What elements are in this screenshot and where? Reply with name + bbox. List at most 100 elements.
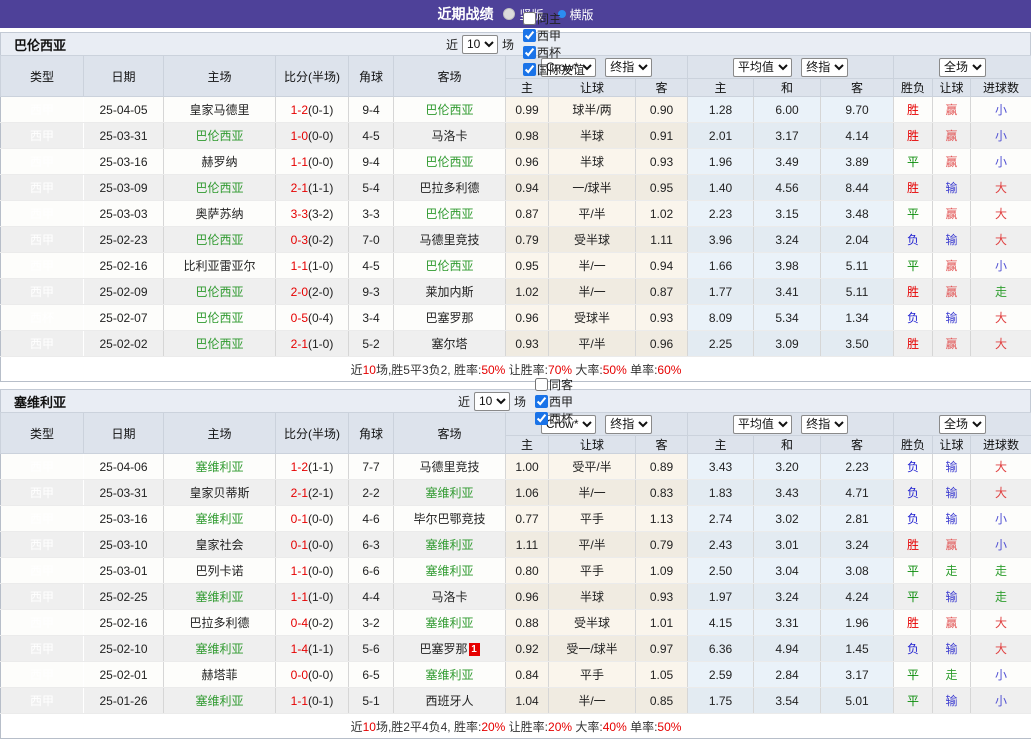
cell-avg-draw: 3.98 [754,253,821,279]
cell-result: 平 [894,558,933,584]
cell-avg-draw: 3.43 [754,480,821,506]
cell-result: 负 [894,636,933,662]
cell-date: 25-02-23 [84,227,164,253]
cell-away-team[interactable]: 巴伦西亚 [394,97,506,123]
filter-checkbox-0[interactable]: 同主 [514,10,585,27]
cell-away-team[interactable]: 塞维利亚 [394,610,506,636]
cell-away-team[interactable]: 巴伦西亚 [394,253,506,279]
cell-corner: 6-5 [349,662,394,688]
away-team-name[interactable]: 巴伦西亚 [425,155,473,169]
away-team-name[interactable]: 巴伦西亚 [425,207,473,221]
recent-count-select[interactable]: 10 [462,35,498,54]
home-team-name[interactable]: 塞维利亚 [195,460,243,474]
average-select[interactable]: 平均值 [733,415,792,434]
cell-home-team[interactable]: 塞维利亚 [164,584,276,610]
cell-away-team[interactable]: 巴伦西亚 [394,149,506,175]
home-team-name[interactable]: 巴伦西亚 [195,129,243,143]
filter-checkbox-1[interactable]: 西甲 [514,27,585,44]
cell-handicap: 半球 [549,123,636,149]
scope-select[interactable]: 全场 [939,415,986,434]
fulltime-score: 2-1 [291,337,308,351]
col-header-date: 日期 [84,56,164,97]
cell-home-team[interactable]: 巴伦西亚 [164,305,276,331]
scope-group-header: 全场 [894,56,1031,79]
cell-home-team[interactable]: 巴伦西亚 [164,175,276,201]
halftime-score: (0-0) [308,155,333,169]
away-team-name[interactable]: 塞维利亚 [425,486,473,500]
filter-checkbox-input[interactable] [523,46,536,59]
away-team-name[interactable]: 塞维利亚 [425,668,473,682]
cell-avg-away: 1.34 [821,305,894,331]
cell-avg-home: 2.50 [688,558,754,584]
cell-home-team[interactable]: 巴伦西亚 [164,331,276,357]
summary-segment: 大率: [572,363,603,377]
home-team-name: 奥萨苏纳 [195,207,243,221]
fulltime-score: 1-2 [291,103,308,117]
cell-date: 25-03-03 [84,201,164,227]
away-team-name[interactable]: 塞维利亚 [425,616,473,630]
average-type-select[interactable]: 终指 [801,58,848,77]
cell-avg-draw: 3.49 [754,149,821,175]
summary-text: 近10场,胜2平4负4, 胜率:20% 让胜率:20% 大率:40% 单率:50… [1,714,1031,739]
home-team-name[interactable]: 塞维利亚 [195,512,243,526]
filter-checkbox-input[interactable] [535,378,548,391]
home-team-name[interactable]: 塞维利亚 [195,642,243,656]
filter-checkbox-input[interactable] [523,12,536,25]
match-row: 西甲25-02-01赫塔菲0-0(0-0)6-5塞维利亚0.84平手1.052.… [1,662,1031,688]
home-team-name[interactable]: 巴伦西亚 [195,311,243,325]
cell-score: 2-1(1-0) [276,331,349,357]
home-team-name[interactable]: 巴伦西亚 [195,181,243,195]
cell-handicap-result: 输 [933,227,971,253]
cell-handicap: 受一/球半 [549,636,636,662]
cell-away-team: 巴塞罗那1 [394,636,506,662]
home-team-name[interactable]: 塞维利亚 [195,694,243,708]
scope-select[interactable]: 全场 [939,58,986,77]
away-team-name[interactable]: 塞维利亚 [425,564,473,578]
filter-checkbox-3[interactable]: 国际友谊 [514,61,585,78]
filter-checkbox-input[interactable] [523,29,536,42]
away-team-name[interactable]: 塞维利亚 [425,538,473,552]
odds-type-select[interactable]: 终指 [605,58,652,77]
odds-type-select[interactable]: 终指 [605,415,652,434]
cell-home-team[interactable]: 塞维利亚 [164,454,276,480]
cell-away-team[interactable]: 塞维利亚 [394,662,506,688]
average-select[interactable]: 平均值 [733,58,792,77]
cell-odds-home: 0.77 [506,506,549,532]
average-type-select[interactable]: 终指 [801,415,848,434]
away-team-name[interactable]: 巴伦西亚 [425,259,473,273]
fulltime-score: 0-1 [291,538,308,552]
home-team-name[interactable]: 巴伦西亚 [195,337,243,351]
cell-home-team[interactable]: 巴伦西亚 [164,279,276,305]
filter-checkbox-input[interactable] [535,395,548,408]
home-team-name[interactable]: 塞维利亚 [195,590,243,604]
cell-home-team[interactable]: 塞维利亚 [164,688,276,714]
cell-handicap: 平手 [549,506,636,532]
cell-home-team[interactable]: 巴伦西亚 [164,227,276,253]
cell-corner: 2-2 [349,480,394,506]
recent-count-select[interactable]: 10 [474,392,510,411]
cell-away-team[interactable]: 塞维利亚 [394,558,506,584]
cell-away-team[interactable]: 巴伦西亚 [394,201,506,227]
cell-away-team[interactable]: 塞维利亚 [394,532,506,558]
cell-home-team[interactable]: 塞维利亚 [164,506,276,532]
cell-avg-draw: 3.20 [754,454,821,480]
filter-checkbox-2[interactable]: 西杯 [526,410,573,427]
summary-segment: 50% [603,363,627,377]
filter-checkbox-input[interactable] [523,63,536,76]
sub-header-goals-result: 进球数 [971,79,1031,97]
cell-odds-away: 0.93 [636,584,688,610]
home-team-name[interactable]: 巴伦西亚 [195,233,243,247]
home-team-name: 皇家贝蒂斯 [189,486,249,500]
cell-home-team[interactable]: 巴伦西亚 [164,123,276,149]
filter-checkbox-2[interactable]: 西杯 [514,44,585,61]
away-team-name[interactable]: 巴伦西亚 [425,103,473,117]
filter-checkbox-1[interactable]: 西甲 [526,393,573,410]
summary-segment: 60% [657,363,681,377]
cell-away-team: 马德里竞技 [394,227,506,253]
cell-home-team[interactable]: 塞维利亚 [164,636,276,662]
filter-checkbox-0[interactable]: 同客 [526,376,573,393]
cell-away-team[interactable]: 塞维利亚 [394,480,506,506]
home-team-name[interactable]: 巴伦西亚 [195,285,243,299]
filter-checkbox-input[interactable] [535,412,548,425]
summary-segment: 单率: [627,363,658,377]
